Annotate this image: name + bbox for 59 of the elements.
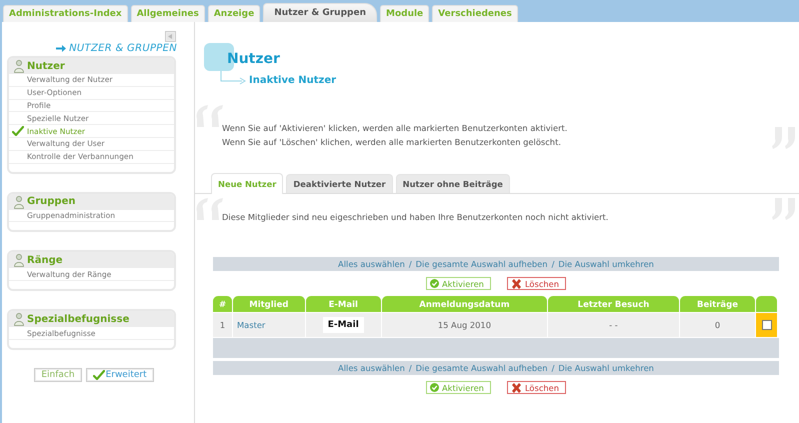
column-header bbox=[756, 296, 777, 312]
check-circle-icon bbox=[430, 383, 439, 392]
row-checkbox[interactable] bbox=[762, 320, 772, 330]
info-text: Wenn Sie auf 'Löschen' klichen, werden alle markierten Benutzerkonten gelöscht. bbox=[222, 136, 562, 149]
check-icon bbox=[12, 126, 24, 136]
activate-button[interactable]: Aktivieren bbox=[426, 381, 491, 394]
separator: / bbox=[408, 363, 412, 373]
page-title: Nutzer bbox=[227, 51, 280, 67]
member-link[interactable]: Master bbox=[237, 320, 266, 330]
check-icon bbox=[92, 370, 105, 380]
column-header: E-Mail bbox=[306, 296, 381, 312]
selection-link[interactable]: Die gesamte Auswahl aufheben bbox=[416, 363, 548, 373]
column-header: # bbox=[213, 296, 232, 312]
sidebar-heading: NUTZER & GRUPPEN bbox=[69, 43, 177, 54]
nav-tab[interactable]: Verschiedenes bbox=[432, 5, 518, 22]
section-title: Ränge bbox=[27, 254, 63, 266]
column-header: Anmeldungsdatum bbox=[382, 296, 547, 312]
tab[interactable]: Deaktivierte Nutzer bbox=[286, 174, 393, 193]
selection-link[interactable]: Alles auswählen bbox=[338, 259, 405, 269]
arrow-icon bbox=[56, 45, 66, 52]
section-title: Gruppen bbox=[27, 196, 76, 208]
table-cell: 0 bbox=[680, 312, 755, 337]
section-title: Nutzer bbox=[27, 60, 65, 72]
info-text: Wenn Sie auf 'Aktivieren' klicken, werden alle markierten Benutzerkonten aktiviert. bbox=[222, 122, 568, 135]
cross-icon bbox=[510, 278, 522, 288]
separator: / bbox=[552, 363, 554, 373]
nav-tab[interactable]: Administrations-Index bbox=[3, 5, 128, 22]
section-title: Spezialbefugnisse bbox=[27, 314, 130, 325]
tab-description: Diese Mitglieder sind neu eigeschrieben und haben Ihre Benutzerkonten noch nicht aktiviert. bbox=[222, 211, 610, 224]
table-cell: - - bbox=[548, 312, 679, 337]
column-header: Beiträge bbox=[680, 296, 755, 312]
column-header: Letzter Besuch bbox=[548, 296, 679, 312]
delete-button[interactable]: Löschen bbox=[506, 381, 566, 394]
nav-tab[interactable]: Nutzer & Gruppen bbox=[263, 3, 377, 22]
mode-button[interactable]: Erweitert bbox=[86, 368, 154, 382]
table-cell: 1 bbox=[213, 312, 232, 337]
activate-button[interactable]: Aktivieren bbox=[426, 277, 491, 290]
tab[interactable]: Neue Nutzer bbox=[211, 173, 284, 194]
email-button[interactable]: E-Mail bbox=[322, 317, 364, 333]
cross-icon bbox=[510, 382, 522, 392]
nav-tab[interactable]: Allgemeines bbox=[130, 5, 205, 22]
table-cell: 15 Aug 2010 bbox=[382, 312, 547, 337]
quote-icon bbox=[195, 198, 223, 220]
column-header: Mitglied bbox=[233, 296, 305, 312]
separator: / bbox=[408, 259, 412, 269]
selection-link[interactable]: Die Auswahl umkehren bbox=[558, 363, 654, 373]
quote-icon bbox=[195, 105, 223, 127]
page-subtitle: Inaktive Nutzer bbox=[249, 75, 336, 86]
selection-link[interactable]: Die gesamte Auswahl aufheben bbox=[416, 259, 548, 269]
selection-link[interactable]: Alles auswählen bbox=[338, 363, 405, 373]
check-circle-icon bbox=[430, 279, 439, 288]
tab[interactable]: Nutzer ohne Beiträge bbox=[396, 174, 510, 193]
nav-tab[interactable]: Anzeige bbox=[208, 5, 260, 22]
separator: / bbox=[552, 259, 554, 269]
mode-button[interactable]: Einfach bbox=[34, 368, 82, 382]
delete-button[interactable]: Löschen bbox=[506, 277, 566, 290]
connector-arrow bbox=[220, 71, 247, 85]
nav-tab[interactable]: Module bbox=[380, 5, 430, 22]
selection-link[interactable]: Die Auswahl umkehren bbox=[558, 259, 654, 269]
